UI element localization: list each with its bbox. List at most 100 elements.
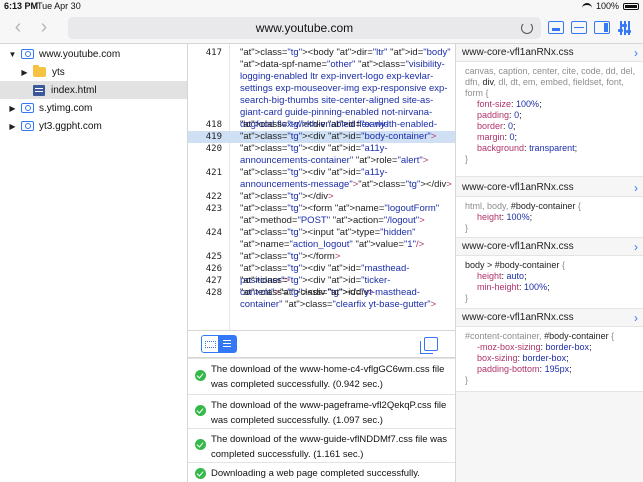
status-time: 6:13 PM bbox=[4, 1, 39, 11]
css-property: height: 100%; bbox=[477, 212, 533, 222]
code-text: "at">class="tg"></form> bbox=[240, 251, 341, 262]
tree-item-index-html[interactable]: index.html bbox=[0, 81, 187, 99]
code-line: 423 "at">class="tg"><form "at">name="log… bbox=[188, 203, 455, 227]
code-line: 425 "at">class="tg"></form> bbox=[188, 251, 455, 263]
disclosure-closed-icon[interactable]: ▶ bbox=[8, 104, 17, 113]
code-line: 421 "at">class="tg"><div "at">id="a11y-a… bbox=[188, 167, 455, 191]
code-text: "at">class="tg"><div "at">id="body-conta… bbox=[240, 131, 437, 142]
line-number: 419 bbox=[205, 132, 222, 142]
code-line: 418 "at">class="tg"><div "at">id="early-… bbox=[188, 119, 455, 142]
tree-item-youtube[interactable]: ▼ www.youtube.com bbox=[0, 45, 187, 63]
rule-source[interactable]: www-core-vfl1anRNx.css › bbox=[456, 310, 643, 326]
line-number: 428 bbox=[205, 288, 222, 298]
css-rule[interactable]: www-core-vfl1anRNx.css › html, body, #bo… bbox=[456, 180, 643, 238]
disclosure-closed-icon[interactable]: ▶ bbox=[20, 68, 29, 77]
console-message-text: Downloading a web page completed success… bbox=[211, 468, 420, 479]
css-rule[interactable]: www-core-vfl1anRNx.css › #content-contai… bbox=[456, 310, 643, 392]
line-number: 418 bbox=[205, 120, 222, 130]
file-tree: ▼ www.youtube.com ▶ yts index.html ▶ s.y… bbox=[0, 44, 188, 482]
status-bar: 6:13 PM Tue Apr 30 100% bbox=[0, 0, 643, 12]
code-line: 420 "at">class="tg"><div "at">id="a11y-a… bbox=[188, 143, 455, 167]
success-check-icon bbox=[195, 370, 206, 381]
console-message-text: The download of the www-guide-vflNDDMf7.… bbox=[211, 434, 448, 460]
battery-icon bbox=[623, 2, 639, 10]
copy-icon[interactable] bbox=[420, 337, 438, 354]
website-icon bbox=[21, 49, 34, 59]
html-file-icon bbox=[33, 84, 45, 96]
rule-selector: html, body, #body-container { bbox=[465, 201, 581, 211]
code-line: 426 "at">class="tg"><div "at">id="masthe… bbox=[188, 263, 455, 286]
tree-item-label: www.youtube.com bbox=[39, 48, 121, 60]
folder-icon bbox=[33, 65, 46, 77]
rule-close-brace: } bbox=[465, 154, 469, 164]
status-date: Tue Apr 30 bbox=[37, 1, 81, 11]
rule-body: canvas, caption, center, cite, code, dd,… bbox=[456, 61, 643, 177]
address-text: www.youtube.com bbox=[255, 21, 354, 35]
chevron-right-icon[interactable]: › bbox=[634, 310, 638, 326]
tree-item-yts[interactable]: ▶ yts bbox=[0, 63, 187, 81]
line-number: 417 bbox=[205, 48, 222, 58]
console-message: The download of the www-pageframe-vfl2Qe… bbox=[188, 394, 455, 428]
success-check-icon bbox=[195, 439, 206, 450]
chevron-right-icon[interactable]: › bbox=[634, 180, 638, 196]
chevron-right-icon[interactable]: › bbox=[634, 239, 638, 255]
disclosure-closed-icon[interactable]: ▶ bbox=[8, 122, 17, 131]
layout-split-icon[interactable] bbox=[571, 21, 587, 34]
layout-bottom-icon[interactable] bbox=[548, 21, 564, 34]
css-rule[interactable]: www-core-vfl1anRNx.css › canvas, caption… bbox=[456, 45, 643, 177]
back-icon[interactable]: ‹ bbox=[8, 17, 28, 38]
rule-source[interactable]: www-core-vfl1anRNx.css › bbox=[456, 45, 643, 61]
css-property: font-size: 100%; bbox=[477, 99, 542, 109]
battery-percent: 100% bbox=[595, 1, 619, 11]
rule-body: #content-container, #body-container { -m… bbox=[456, 326, 643, 392]
line-number: 427 bbox=[205, 276, 222, 286]
code-text: "at">class="tg"><div "at">id="yt-masthea… bbox=[240, 287, 437, 310]
console-message-text: The download of the www-home-c4-vflgGC6w… bbox=[211, 364, 445, 390]
code-line: 422 "at">class="tg"></div> bbox=[188, 191, 455, 203]
line-number: 426 bbox=[205, 264, 222, 274]
tree-item-ytimg[interactable]: ▶ s.ytimg.com bbox=[0, 99, 187, 117]
console-message: Downloading a web page completed success… bbox=[188, 462, 455, 482]
reload-icon[interactable] bbox=[521, 22, 533, 34]
rule-source[interactable]: www-core-vfl1anRNx.css › bbox=[456, 239, 643, 255]
css-property: -moz-box-sizing: border-box; bbox=[477, 342, 592, 352]
settings-sliders-icon[interactable] bbox=[618, 21, 632, 35]
success-check-icon bbox=[195, 405, 206, 416]
tree-item-label: yts bbox=[52, 66, 65, 78]
code-text: "at">class="tg"><form "at">name="logoutF… bbox=[240, 203, 440, 226]
rule-close-brace: } bbox=[465, 293, 469, 303]
address-bar[interactable]: www.youtube.com bbox=[68, 17, 541, 39]
forward-icon[interactable]: › bbox=[34, 17, 54, 38]
line-number: 422 bbox=[205, 192, 222, 202]
code-text: "at">class="tg"><input "at">type="hidden… bbox=[240, 227, 425, 250]
rule-source-label: www-core-vfl1anRNx.css bbox=[462, 312, 574, 323]
rule-source[interactable]: www-core-vfl1anRNx.css › bbox=[456, 180, 643, 196]
css-property: min-height: 100%; bbox=[477, 282, 550, 292]
rule-close-brace: } bbox=[465, 375, 469, 385]
disclosure-open-icon[interactable]: ▼ bbox=[8, 50, 17, 59]
line-number: 425 bbox=[205, 252, 222, 262]
view-toolbar bbox=[188, 330, 455, 358]
console-message: The download of the www-guide-vflNDDMf7.… bbox=[188, 428, 455, 462]
css-property: box-sizing: border-box; bbox=[477, 353, 569, 363]
wifi-icon bbox=[581, 2, 592, 10]
css-property: height: auto; bbox=[477, 271, 527, 281]
browser-toolbar: ‹ › www.youtube.com bbox=[0, 12, 643, 44]
status-right: 100% bbox=[581, 1, 639, 11]
layout-sidebar-icon[interactable] bbox=[594, 21, 610, 34]
source-view-icon[interactable] bbox=[219, 335, 237, 353]
rule-source-label: www-core-vfl1anRNx.css bbox=[462, 182, 574, 193]
rule-body: body > #body-container { height: auto; m… bbox=[456, 255, 643, 309]
tree-item-ggpht[interactable]: ▶ yt3.ggpht.com bbox=[0, 117, 187, 135]
rule-source-label: www-core-vfl1anRNx.css bbox=[462, 241, 574, 252]
console-message: The download of the www-home-c4-vflgGC6w… bbox=[188, 358, 455, 394]
code-line: 427 "at">class="tg"><div "at">id="ticker… bbox=[188, 275, 455, 298]
line-number: 420 bbox=[205, 144, 222, 154]
css-rule[interactable]: www-core-vfl1anRNx.css › body > #body-co… bbox=[456, 239, 643, 309]
source-code-view[interactable]: 417 "at">class="tg"><body "at">dir="ltr" … bbox=[188, 44, 455, 330]
chevron-right-icon[interactable]: › bbox=[634, 45, 638, 61]
code-line: 417 "at">class="tg"><body "at">dir="ltr" … bbox=[188, 47, 455, 142]
rule-selector: #content-container, #body-container { bbox=[465, 331, 615, 341]
dom-tree-view-icon[interactable] bbox=[201, 335, 219, 353]
website-icon bbox=[21, 121, 34, 131]
